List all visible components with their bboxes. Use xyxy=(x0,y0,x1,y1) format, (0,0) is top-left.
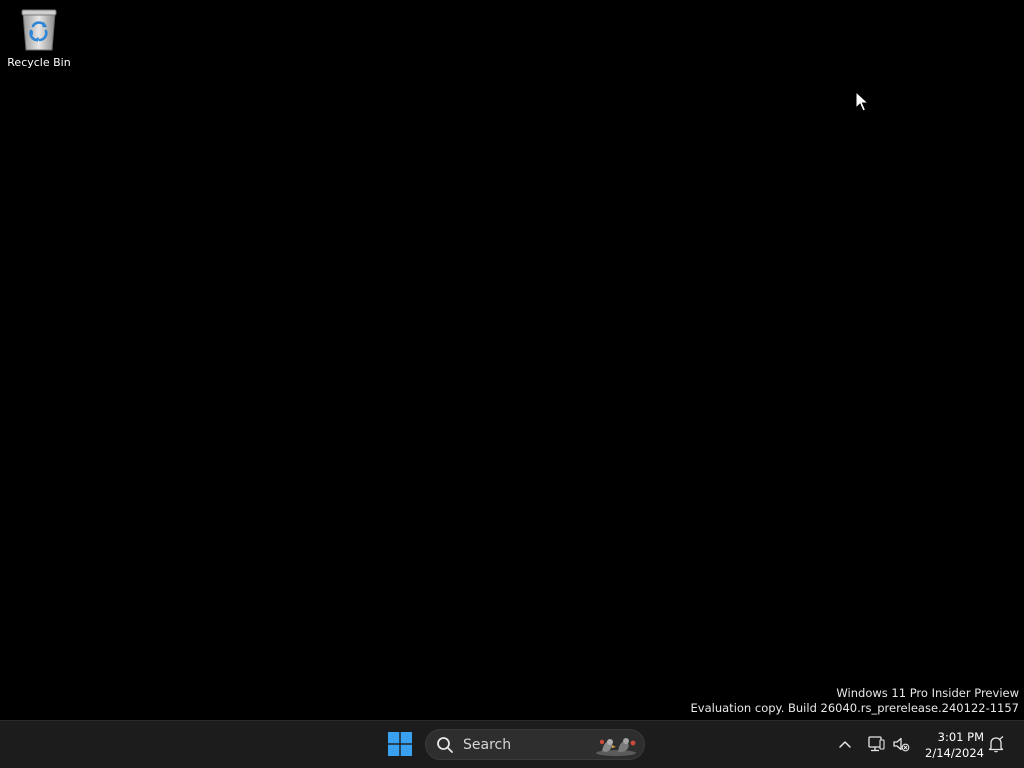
os-build-watermark: Windows 11 Pro Insider Preview Evaluatio… xyxy=(691,686,1019,716)
chevron-up-icon xyxy=(839,741,851,748)
volume-button[interactable] xyxy=(890,733,912,755)
network-status-button[interactable] xyxy=(865,733,887,755)
search-label: Search xyxy=(463,736,512,753)
clock-time: 3:01 PM xyxy=(937,730,984,744)
taskbar: Search 3:01 PM 2/14/2024 xyxy=(0,720,1024,768)
watermark-edition: Windows 11 Pro Insider Preview xyxy=(836,686,1019,700)
desktop[interactable]: Recycle Bin Windows 11 Pro Insider Previ… xyxy=(0,0,1024,720)
search-icon xyxy=(437,736,453,753)
watermark-build: Evaluation copy. Build 26040.rs_prerelea… xyxy=(690,701,1019,715)
volume-muted-icon xyxy=(893,737,910,752)
start-button[interactable] xyxy=(384,725,416,763)
taskbar-search-box[interactable]: Search xyxy=(425,729,645,760)
show-hidden-icons-button[interactable] xyxy=(834,733,856,755)
desktop-icon-label: Recycle Bin xyxy=(7,56,71,69)
recycle-bin-icon xyxy=(21,9,57,51)
mouse-pointer-icon xyxy=(855,91,869,112)
clock-date: 2/14/2024 xyxy=(925,746,984,760)
network-icon xyxy=(868,736,885,752)
notification-center-button[interactable] xyxy=(985,733,1007,755)
notification-bell-icon xyxy=(988,736,1004,753)
windows-logo-icon xyxy=(388,732,412,756)
desktop-icon-recycle-bin[interactable]: Recycle Bin xyxy=(4,6,74,76)
search-highlight-icon xyxy=(596,737,636,756)
taskbar-clock[interactable]: 3:01 PM 2/14/2024 xyxy=(918,729,984,761)
